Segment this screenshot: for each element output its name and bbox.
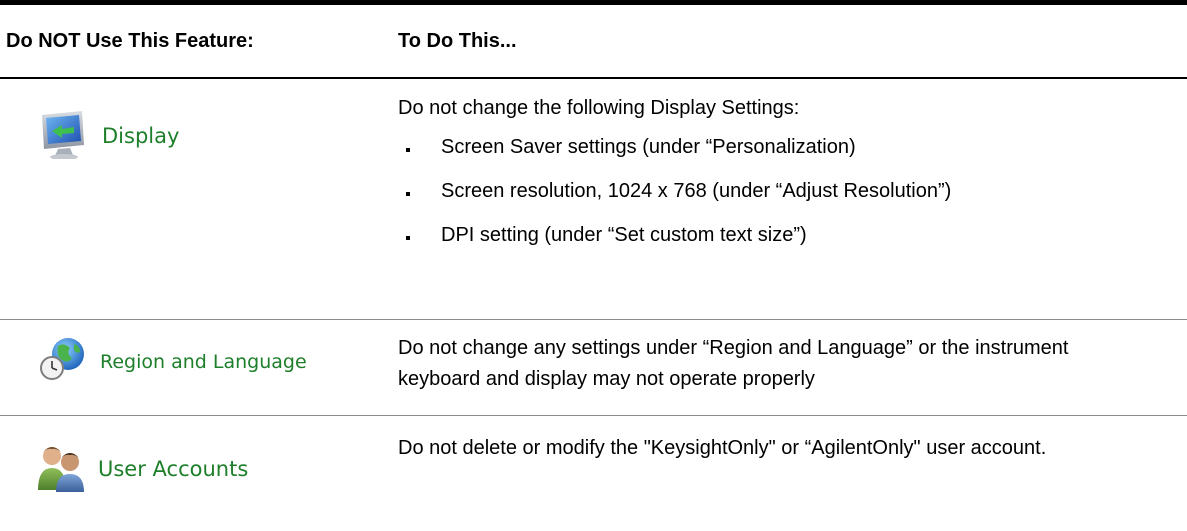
user-accounts-instruction: Do not delete or modify the "KeysightOnl… — [398, 437, 1047, 459]
region-language-instruction: Do not change any settings under “Region… — [398, 337, 1069, 390]
feature-label-display: Display — [102, 123, 180, 148]
row-divider — [0, 415, 1187, 416]
feature-label-region-language: Region and Language — [100, 350, 307, 373]
display-instruction: Do not change the following Display Sett… — [398, 97, 800, 119]
bullet-marker — [406, 148, 410, 152]
column-header-action: To Do This... — [398, 30, 517, 52]
display-settings-list: Screen Saver settings (under “Personaliz… — [398, 136, 951, 268]
bullet-marker — [406, 192, 410, 196]
row-divider — [0, 319, 1187, 320]
globe-clock-icon — [6, 336, 96, 387]
list-item: Screen resolution, 1024 x 768 (under “Ad… — [398, 180, 951, 224]
feature-label-user-accounts: User Accounts — [98, 456, 249, 481]
feature-user-accounts: User Accounts — [6, 440, 248, 497]
feature-display: Display — [6, 107, 179, 164]
list-item: Screen Saver settings (under “Personaliz… — [398, 136, 951, 180]
header-rule — [0, 77, 1187, 79]
user-accounts-icon — [6, 440, 96, 497]
display-monitor-icon — [6, 107, 96, 164]
list-item: DPI setting (under “Set custom text size… — [398, 224, 951, 268]
column-header-feature: Do NOT Use This Feature: — [6, 30, 254, 52]
table-top-rule — [0, 0, 1187, 5]
bullet-marker — [406, 236, 410, 240]
feature-region-language: Region and Language — [6, 336, 307, 387]
